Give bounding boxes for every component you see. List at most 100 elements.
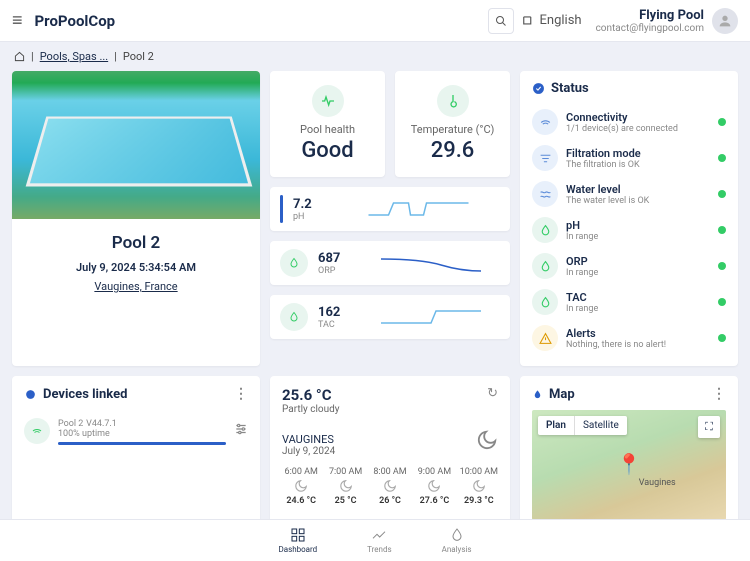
thermometer-icon xyxy=(437,85,469,117)
pool-datetime: July 9, 2024 5:34:54 AM xyxy=(26,261,246,274)
status-row[interactable]: Filtration modeThe filtration is OK xyxy=(532,140,726,176)
status-row[interactable]: pHIn range xyxy=(532,212,726,248)
avatar[interactable] xyxy=(712,8,738,34)
status-item-sub: 1/1 device(s) are connected xyxy=(566,124,710,134)
orp-sparkline xyxy=(362,251,500,275)
temperature-card: Temperature (°C) 29.6 xyxy=(395,71,510,177)
map-plan-button[interactable]: Plan xyxy=(538,416,575,435)
status-row[interactable]: ORPIn range xyxy=(532,248,726,284)
home-icon[interactable] xyxy=(14,51,25,62)
status-card: Status Connectivity1/1 device(s) are con… xyxy=(520,71,738,366)
status-row[interactable]: Water levelThe water level is OK xyxy=(532,176,726,212)
wifi-icon xyxy=(24,418,50,444)
bottom-nav: Dashboard Trends Analysis xyxy=(0,519,750,561)
status-dot xyxy=(718,154,726,162)
ph-value: 7.2 xyxy=(293,197,327,212)
orp-metric[interactable]: 687ORP xyxy=(270,241,510,285)
status-row[interactable]: AlertsNothing, there is no alert! xyxy=(532,320,726,356)
refresh-icon[interactable]: ↻ xyxy=(487,386,498,401)
ph-metric[interactable]: 7.2pH xyxy=(270,187,510,231)
drop-icon xyxy=(532,289,558,315)
breadcrumb: | Pools, Spas ... | Pool 2 xyxy=(0,42,750,71)
breadcrumb-current: Pool 2 xyxy=(123,50,154,63)
weather-hour: 8:00 AM26 °C xyxy=(371,467,409,506)
ph-label: pH xyxy=(293,212,327,222)
status-item-title: TAC xyxy=(566,291,710,304)
tac-value: 162 xyxy=(318,305,352,320)
status-item-title: Filtration mode xyxy=(566,147,710,160)
weather-hour: 9:00 AM27.6 °C xyxy=(415,467,453,506)
user-info[interactable]: Flying Pool contact@flyingpool.com xyxy=(596,8,704,34)
check-circle-icon xyxy=(532,82,545,95)
weather-condition: Partly cloudy xyxy=(282,404,340,415)
status-dot xyxy=(718,334,726,342)
menu-icon[interactable]: ≡ xyxy=(12,10,23,31)
temperature-value: 29.6 xyxy=(403,138,502,163)
breadcrumb-root[interactable]: Pools, Spas ... xyxy=(40,50,108,63)
pool-card: Pool 2 July 9, 2024 5:34:54 AM Vaugines,… xyxy=(12,71,260,366)
tac-metric[interactable]: 162TAC xyxy=(270,295,510,339)
drop-icon xyxy=(532,389,543,400)
status-item-sub: Nothing, there is no alert! xyxy=(566,340,710,350)
status-item-sub: In range xyxy=(566,268,710,278)
pulse-icon xyxy=(312,85,344,117)
wifi-icon xyxy=(532,109,558,135)
device-settings-icon[interactable] xyxy=(234,422,248,440)
weather-temp: 25.6 °C xyxy=(282,386,340,404)
search-button[interactable] xyxy=(488,8,514,34)
status-item-title: Connectivity xyxy=(566,111,710,124)
device-name: Pool 2 xyxy=(58,419,83,429)
status-dot xyxy=(718,190,726,198)
status-item-title: ORP xyxy=(566,255,710,268)
drop-icon xyxy=(532,253,558,279)
warn-icon xyxy=(532,325,558,351)
device-row[interactable]: Pool 2 V44.7.1 100% uptime xyxy=(24,410,248,451)
nav-dashboard[interactable]: Dashboard xyxy=(278,527,317,554)
nav-trends[interactable]: Trends xyxy=(367,527,391,554)
brand-title: ProPoolCop xyxy=(35,12,116,30)
user-email: contact@flyingpool.com xyxy=(596,23,704,34)
map-view[interactable]: PlanSatellite ⛶ 📍 Vaugines xyxy=(532,410,726,520)
weather-date: July 9, 2024 xyxy=(282,446,335,457)
pool-image xyxy=(12,71,260,219)
status-row[interactable]: Connectivity1/1 device(s) are connected xyxy=(532,104,726,140)
status-item-title: Alerts xyxy=(566,327,710,340)
map-more-icon[interactable]: ⋮ xyxy=(712,386,726,402)
status-dot xyxy=(718,298,726,306)
orp-label: ORP xyxy=(318,266,352,276)
status-item-title: Water level xyxy=(566,183,710,196)
fullscreen-icon[interactable]: ⛶ xyxy=(698,416,720,438)
map-type-control[interactable]: PlanSatellite xyxy=(538,416,627,435)
moon-icon xyxy=(339,479,353,493)
map-pin-icon: 📍 xyxy=(617,452,642,476)
health-value: Good xyxy=(278,138,377,163)
health-label: Pool health xyxy=(278,123,377,136)
tac-sparkline xyxy=(362,305,500,329)
drop-icon xyxy=(280,249,308,277)
status-item-sub: In range xyxy=(566,304,710,314)
devices-card: Devices linked⋮ Pool 2 V44.7.1 100% upti… xyxy=(12,376,260,530)
moon-icon xyxy=(472,479,486,493)
language-selector[interactable]: English xyxy=(522,13,582,28)
map-card: Map ⋮ PlanSatellite ⛶ 📍 Vaugines xyxy=(520,376,738,530)
pool-location[interactable]: Vaugines, France xyxy=(26,280,246,293)
drop-icon xyxy=(280,303,308,331)
status-dot xyxy=(718,118,726,126)
status-dot xyxy=(718,262,726,270)
temperature-label: Temperature (°C) xyxy=(403,123,502,136)
moon-icon xyxy=(427,479,441,493)
filter-icon xyxy=(532,145,558,171)
status-item-sub: The water level is OK xyxy=(566,196,710,206)
level-icon xyxy=(532,181,558,207)
language-label: English xyxy=(540,13,582,28)
device-version: V44.7.1 xyxy=(86,419,117,429)
map-title: Map xyxy=(549,387,575,402)
top-bar: ≡ ProPoolCop English Flying Pool contact… xyxy=(0,0,750,42)
map-satellite-button[interactable]: Satellite xyxy=(575,416,627,435)
devices-more-icon[interactable]: ⋮ xyxy=(234,386,248,402)
nav-analysis[interactable]: Analysis xyxy=(442,527,472,554)
status-row[interactable]: TACIn range xyxy=(532,284,726,320)
weather-location: VAUGINES xyxy=(282,433,335,446)
status-title: Status xyxy=(551,81,589,96)
status-item-sub: The filtration is OK xyxy=(566,160,710,170)
